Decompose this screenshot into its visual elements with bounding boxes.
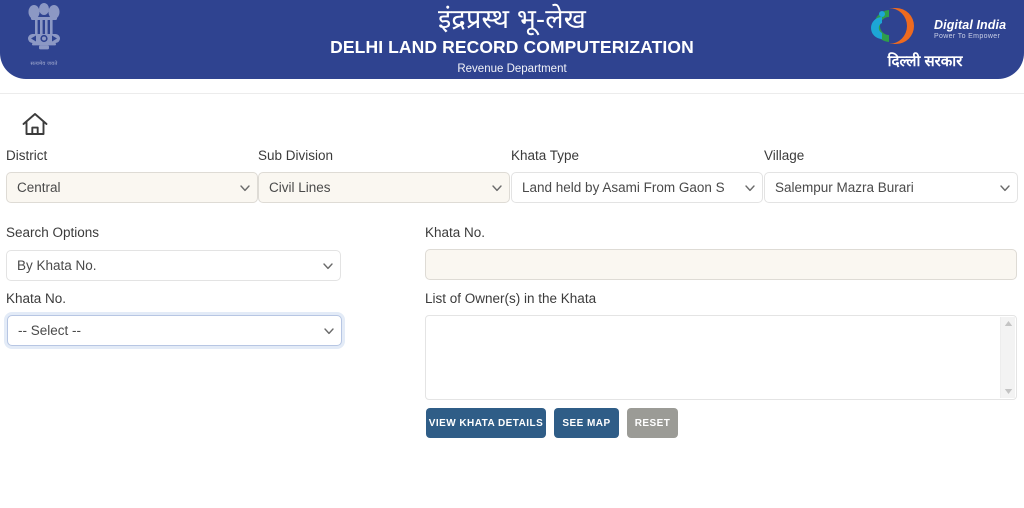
khata-no-select[interactable]: -- Select -- [7,315,342,346]
chevron-down-icon [323,262,333,272]
digital-india-logo-icon [862,4,924,53]
chevron-down-icon [324,327,334,337]
chevron-down-icon [1000,184,1010,194]
khata-no-select-value: -- Select -- [18,323,82,338]
owners-list-textarea[interactable] [425,315,1017,400]
owners-list-scrollbar[interactable] [1000,317,1015,398]
village-select[interactable]: Salempur Mazra Burari [764,172,1018,203]
see-map-button[interactable]: SEE MAP [554,408,619,438]
digital-india-logo: Digital India Power To Empower दिल्ली सर… [850,4,1006,76]
khata-type-label: Khata Type [511,148,580,163]
chevron-down-icon [492,184,502,194]
khata-no-select-label: Khata No. [6,291,67,306]
district-select[interactable]: Central [6,172,258,203]
chevron-down-icon [240,184,250,194]
search-options-select[interactable]: By Khata No. [6,250,341,281]
page-root: सत्यमेव जयते इंद्रप्रस्थ भू-लेख DELHI LA… [0,0,1024,508]
site-header: सत्यमेव जयते इंद्रप्रस्थ भू-लेख DELHI LA… [0,0,1024,79]
district-value: Central [17,180,61,195]
search-options-label: Search Options [6,225,100,240]
chevron-down-icon [745,184,755,194]
khata-type-select[interactable]: Land held by Asami From Gaon S [511,172,763,203]
home-icon[interactable] [20,110,50,140]
district-label: District [6,148,48,163]
reset-button[interactable]: RESET [627,408,678,438]
scroll-down-arrow-icon[interactable] [1004,388,1013,395]
header-divider [0,93,1024,94]
search-options-value: By Khata No. [17,258,97,273]
digital-india-tagline: Power To Empower [934,33,1001,40]
scroll-up-arrow-icon[interactable] [1004,320,1013,327]
khata-type-value: Land held by Asami From Gaon S [522,180,725,195]
village-value: Salempur Mazra Burari [775,180,914,195]
khata-no-input-label: Khata No. [425,225,486,240]
digital-india-name: Digital India [934,18,1007,32]
village-label: Village [764,148,805,163]
view-khata-details-button[interactable]: VIEW KHATA DETAILS [426,408,546,438]
owners-list-label: List of Owner(s) in the Khata [425,291,597,306]
sub-division-value: Civil Lines [269,180,331,195]
sub-division-label: Sub Division [258,148,334,163]
delhi-govt-label: दिल्ली सरकार [887,53,963,70]
sub-division-select[interactable]: Civil Lines [258,172,510,203]
khata-no-input[interactable] [425,249,1017,280]
